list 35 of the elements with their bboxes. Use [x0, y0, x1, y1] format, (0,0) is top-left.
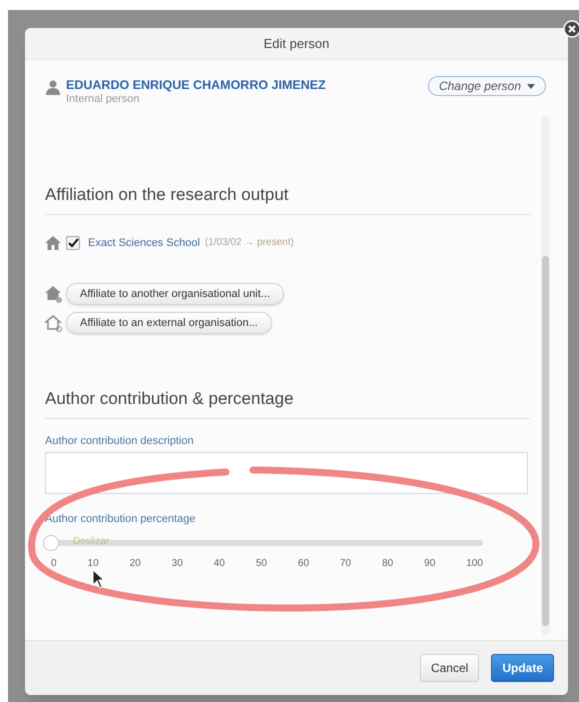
tick-label: 70: [340, 556, 352, 570]
close-icon[interactable]: [563, 20, 579, 38]
scrollbar[interactable]: [541, 116, 550, 636]
section-heading: Author contribution & percentage: [45, 386, 530, 418]
tick-label: 10: [88, 556, 99, 570]
house-outline-icon: [45, 314, 63, 332]
tick-label: 80: [382, 556, 394, 570]
cursor-icon: [92, 569, 106, 589]
scrollbar-thumb[interactable]: [542, 256, 549, 626]
tick-label: 90: [424, 556, 436, 570]
change-person-button[interactable]: Change person: [428, 76, 546, 96]
field-label: Author contribution description: [45, 434, 195, 448]
house-icon: [45, 236, 61, 250]
slider-thumb[interactable]: [43, 534, 59, 550]
affiliation-link[interactable]: Exact Sciences School: [88, 234, 200, 251]
cancel-button[interactable]: Cancel: [420, 654, 480, 682]
tick-label: 50: [256, 556, 267, 570]
person-icon: [45, 79, 61, 95]
person-name[interactable]: EDUARDO ENRIQUE CHAMORRO JIMENEZ: [66, 78, 326, 93]
update-button[interactable]: Update: [491, 654, 554, 682]
house-plus-icon: [45, 286, 63, 302]
tick-label: 100: [466, 556, 483, 570]
tick-label: 20: [130, 556, 141, 570]
tick-label: 30: [172, 556, 183, 570]
tick-label: 40: [214, 556, 225, 570]
affiliate-button[interactable]: Affiliate to another organisational unit...: [66, 283, 284, 305]
tick-label: 60: [298, 556, 310, 570]
section-heading: Affiliation on the research output: [45, 182, 530, 214]
person-type: Internal person: [66, 93, 140, 106]
caret-icon: [527, 84, 535, 88]
affiliate-button[interactable]: Affiliate to an external organisation...: [66, 312, 272, 334]
tick-label: 0: [51, 556, 57, 570]
checkbox[interactable]: [66, 236, 80, 250]
affiliation-period: (1/03/02 → present): [204, 236, 294, 250]
dialog-title: Edit person: [264, 34, 330, 53]
